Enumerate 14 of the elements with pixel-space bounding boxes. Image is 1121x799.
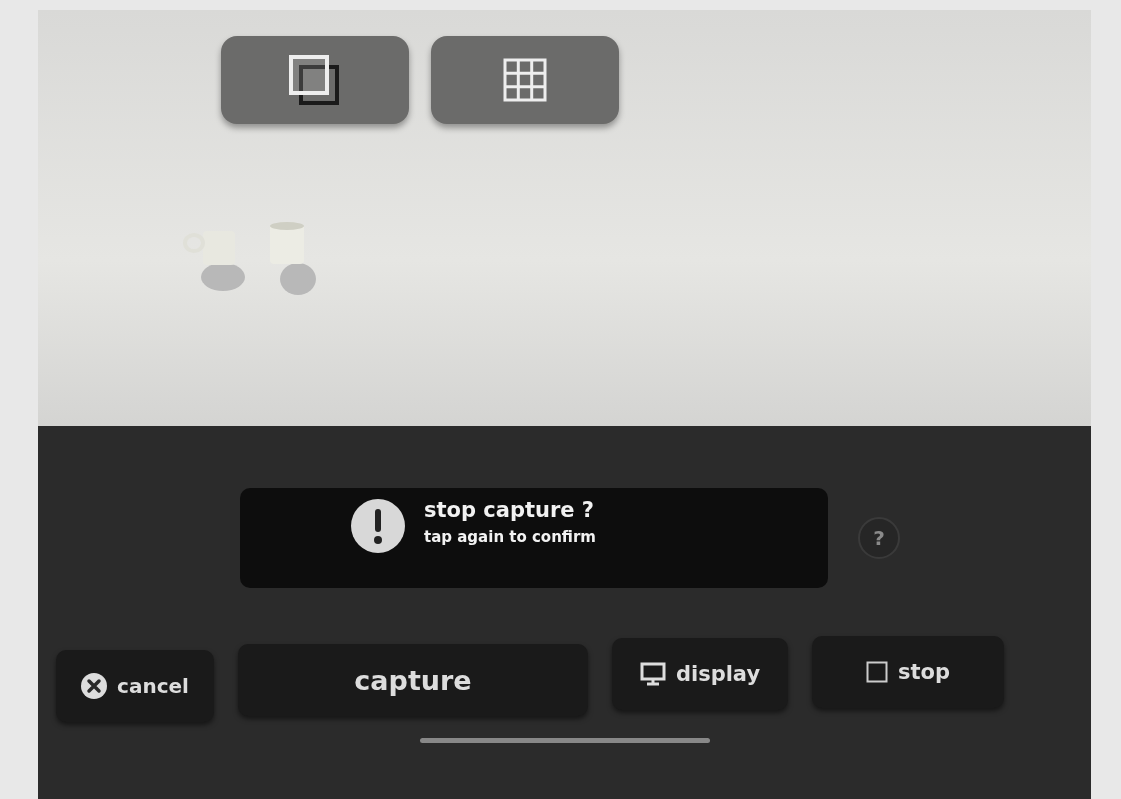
cancel-button[interactable]: cancel (56, 650, 214, 722)
square-icon (866, 661, 888, 683)
capture-button[interactable]: capture (238, 644, 588, 716)
overlay-mode-button[interactable] (220, 36, 409, 124)
dialog-message: tap again to confirm (424, 528, 596, 546)
grid-icon (502, 58, 547, 102)
display-button[interactable]: display (612, 638, 788, 710)
monitor-icon (639, 662, 666, 686)
grid-mode-button[interactable] (430, 36, 619, 124)
help-button[interactable]: ? (858, 517, 900, 559)
close-icon (81, 673, 108, 699)
stop-button[interactable]: stop (812, 636, 1004, 708)
dialog-title: stop capture ? (424, 498, 596, 522)
exclamation-icon (350, 498, 406, 554)
